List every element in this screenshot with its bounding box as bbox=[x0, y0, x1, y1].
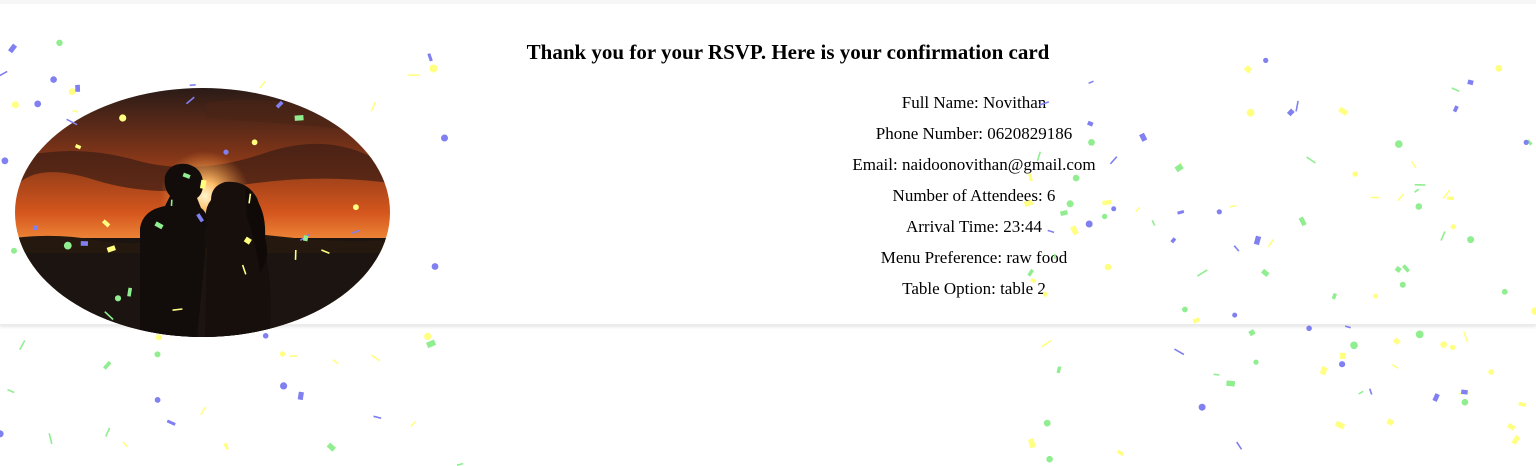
confetti-piece bbox=[1253, 359, 1259, 365]
phone-number-field: Phone Number: 0620829186 bbox=[875, 124, 1073, 143]
confetti-piece bbox=[1432, 393, 1440, 402]
confetti-piece bbox=[1116, 449, 1125, 457]
confetti-piece bbox=[373, 415, 382, 419]
confetti-piece bbox=[1213, 373, 1220, 376]
confetti-piece bbox=[1518, 401, 1527, 407]
confetti-piece bbox=[154, 351, 161, 358]
confetti-piece bbox=[1306, 325, 1312, 332]
confetti-piece bbox=[1488, 369, 1494, 375]
confetti-piece bbox=[1339, 352, 1346, 360]
confetti-piece bbox=[456, 462, 464, 466]
confetti-piece bbox=[297, 391, 304, 401]
confetti-piece bbox=[279, 351, 286, 357]
email-field: Email: naidoonovithan@gmail.com bbox=[852, 155, 1096, 174]
confetti-piece bbox=[1415, 330, 1424, 339]
confetti-piece bbox=[1391, 363, 1399, 369]
confetti-piece bbox=[1450, 344, 1456, 351]
confetti-piece bbox=[103, 360, 112, 370]
table-option-field: Table Option: table 2 bbox=[902, 279, 1046, 298]
confetti-piece bbox=[410, 421, 417, 427]
confetti-piece bbox=[122, 441, 128, 448]
confetti-piece bbox=[104, 427, 111, 437]
confetti-piece bbox=[7, 388, 15, 394]
confetti-piece bbox=[1226, 380, 1236, 387]
page-title: Thank you for your RSVP. Here is your co… bbox=[526, 40, 1050, 64]
confetti-piece bbox=[1028, 438, 1036, 449]
confetti-piece bbox=[1358, 390, 1364, 395]
confetti-piece bbox=[1056, 366, 1062, 374]
rsvp-details: Full Name: Novithan Phone Number: 062082… bbox=[774, 87, 1174, 304]
confetti-piece bbox=[326, 442, 337, 452]
confetti-piece bbox=[223, 442, 229, 450]
confetti-piece bbox=[1174, 348, 1185, 356]
confetti-piece bbox=[1339, 361, 1346, 368]
confetti-piece bbox=[262, 333, 269, 339]
confetti-piece bbox=[1043, 419, 1051, 427]
full-name-field: Full Name: Novithan bbox=[901, 93, 1047, 112]
confetti-piece bbox=[1368, 388, 1373, 395]
couple-sunset-photo bbox=[15, 88, 390, 337]
confetti-piece bbox=[1463, 331, 1469, 343]
confetti-piece bbox=[155, 334, 162, 341]
confetti-piece bbox=[200, 406, 206, 416]
confetti-piece bbox=[371, 354, 381, 362]
confetti-piece bbox=[425, 339, 437, 349]
confetti-piece bbox=[166, 419, 176, 426]
confetti-piece bbox=[1511, 434, 1521, 445]
confetti-piece bbox=[1461, 398, 1469, 406]
confetti-piece bbox=[18, 340, 26, 351]
attendees-field: Number of Attendees: 6 bbox=[892, 186, 1056, 205]
confetti-piece bbox=[332, 359, 339, 365]
confetti-piece bbox=[0, 430, 4, 438]
confetti-piece bbox=[1344, 325, 1351, 329]
confetti-piece bbox=[1248, 329, 1256, 337]
confetti-piece bbox=[424, 332, 432, 340]
confetti-piece bbox=[1319, 366, 1328, 376]
confetti-piece bbox=[280, 382, 288, 390]
confetti-piece bbox=[154, 397, 161, 403]
confetti-piece bbox=[1198, 403, 1206, 411]
confetti-piece bbox=[1460, 389, 1468, 395]
arrival-time-field: Arrival Time: 23:44 bbox=[905, 217, 1042, 236]
confetti-piece bbox=[1040, 340, 1052, 348]
menu-preference-field: Menu Preference: raw food bbox=[880, 248, 1068, 267]
confetti-piece bbox=[1350, 341, 1358, 350]
confetti-piece bbox=[1236, 441, 1243, 450]
confetti-piece bbox=[1392, 337, 1401, 346]
confetti-piece bbox=[1507, 422, 1516, 431]
confetti-piece bbox=[1386, 418, 1395, 427]
confetti-piece bbox=[1334, 420, 1346, 430]
confetti-piece bbox=[1458, 392, 1469, 395]
confetti-piece bbox=[48, 433, 53, 445]
confetti-piece bbox=[1046, 455, 1053, 463]
confetti-piece bbox=[1440, 341, 1447, 348]
photo-illustration bbox=[15, 88, 390, 337]
